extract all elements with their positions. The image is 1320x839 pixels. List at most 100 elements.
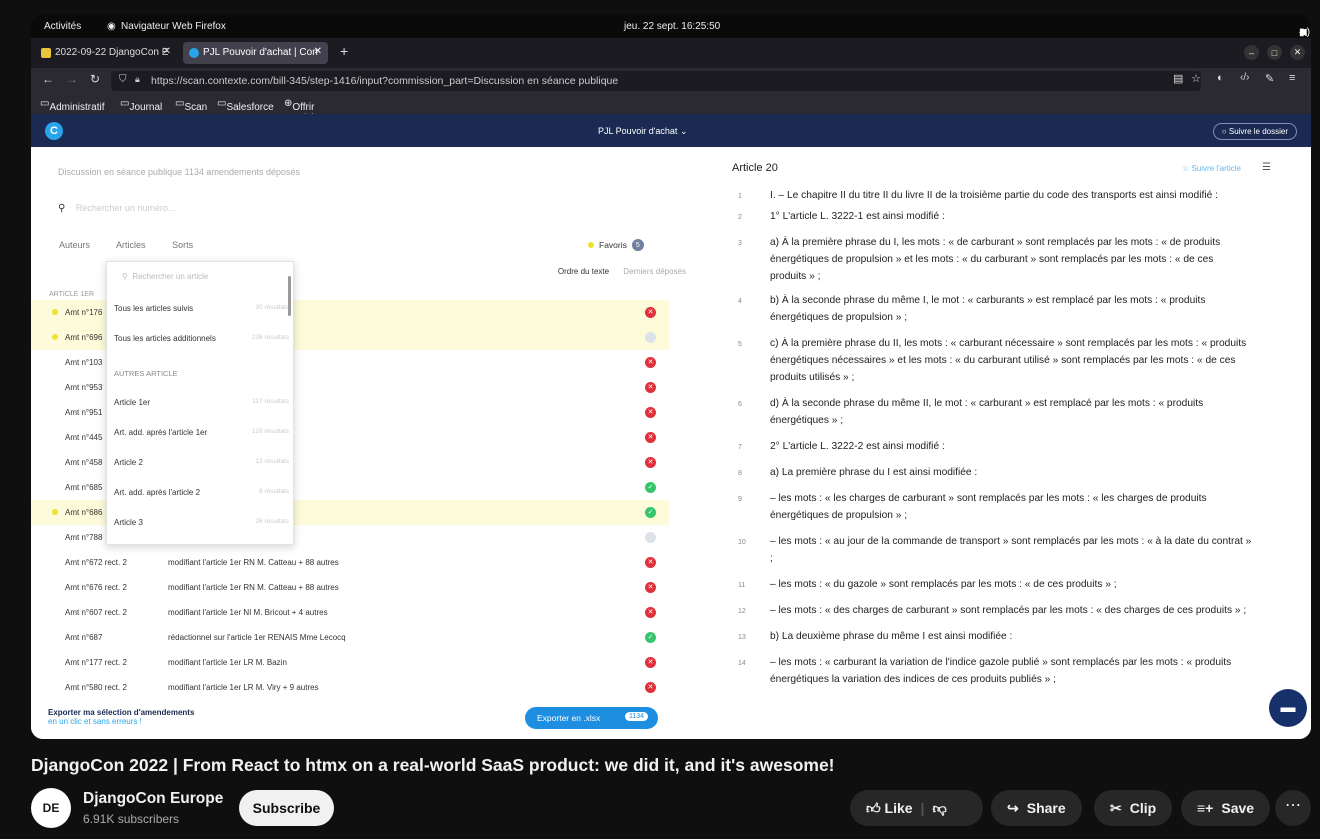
dislike-button[interactable]: 👎︎ [932,800,946,817]
dropdown-item-additional[interactable]: Tous les articles additionnels 238 résult… [114,334,289,348]
article-paragraph: 13 b) La deuxième phrase du même I est ai… [732,628,1252,645]
minimize-icon[interactable]: – [1244,45,1259,60]
devtools-icon[interactable]: ‹/› [1240,72,1249,83]
favorites-filter[interactable]: Favoris 5 [588,239,644,251]
bookmark-star-icon[interactable]: ☆ [1191,72,1201,85]
search-input[interactable]: ⚲ Rechercher un numéro... [58,203,175,214]
amendment-number: Amt n°103 [65,358,103,367]
amendment-row[interactable]: Amt n°676 rect. 2 modifiant l'article 1er… [31,575,669,600]
star-icon[interactable] [52,334,58,340]
paragraph-text: b) La deuxième phrase du même I est ains… [770,631,1013,642]
share-button[interactable]: ↪ Share [991,790,1082,826]
paragraph-number: 2 [738,214,742,221]
favorites-count: 5 [631,239,644,251]
like-button[interactable]: 👍︎ Like [866,800,913,817]
follow-article-button[interactable]: ☆ Suivre l'article [1182,164,1241,173]
dropdown-item-add-1[interactable]: Art. add. après l'article 1er 128 résulta… [114,428,289,442]
amendment-row[interactable]: Amt n°177 rect. 2 modifiant l'article 1er… [31,650,669,675]
dossier-selector[interactable]: PJL Pouvoir d'achat ⌄ [598,126,687,137]
bookmark-offrir[interactable]: ⊕ Offrir article ou brève [284,98,319,146]
subscribe-button[interactable]: Subscribe [239,790,334,826]
amendment-number: Amt n°580 rect. 2 [65,683,127,692]
amendment-row[interactable]: Amt n°672 rect. 2 modifiant l'article 1er… [31,550,669,575]
clip-button[interactable]: ✂ Clip [1094,790,1173,826]
status-red-icon: ✕ [645,607,656,618]
tab-contexte[interactable]: PJL Pouvoir d'achat | Con ✕ [183,42,328,64]
app-name[interactable]: Navigateur Web Firefox [121,21,226,32]
star-icon[interactable] [52,309,58,315]
article-paragraph: 10 – les mots : « au jour de la commande … [732,533,1252,567]
sort-text-order[interactable]: Ordre du texte [558,267,609,276]
paragraph-number: 13 [738,634,746,641]
status-grey-icon [645,532,656,543]
save-button[interactable]: ≡+ Save [1181,790,1271,826]
channel-avatar[interactable]: DE [31,788,71,828]
close-icon[interactable]: ✕ [314,46,322,57]
menu-icon[interactable]: ≡ [1289,72,1295,84]
new-tab-button[interactable]: + [340,43,348,59]
channel-name[interactable]: DjangoCon Europe [83,790,223,808]
amendment-number: Amt n°445 [65,433,103,442]
amendment-row[interactable]: Amt n°687 rédactionnel sur l'article 1er … [31,625,669,650]
chat-icon[interactable]: ▬ [1269,689,1307,727]
close-icon[interactable]: ✕ [163,46,171,57]
more-actions-icon[interactable]: ⋯ [1275,790,1311,826]
filter-authors[interactable]: Auteurs [59,240,90,250]
paragraph-number: 8 [738,470,742,477]
star-icon[interactable] [52,509,58,515]
star-icon [588,242,594,248]
paragraph-number: 11 [738,582,746,589]
list-icon[interactable]: ☰ [1262,162,1271,173]
reader-icon[interactable]: ▤ [1173,72,1183,85]
article-title: Article 20 [732,162,778,174]
paragraph-text: d) À la seconde phrase du même II, le mo… [770,398,1204,426]
back-icon[interactable]: ← [42,72,54,86]
bookmark-scan[interactable]: ▭ Scan [175,98,207,113]
follow-dossier-button[interactable]: ○ Suivre le dossier [1212,123,1297,140]
paragraph-text: I. – Le chapitre II du titre II du livre… [770,190,1218,201]
status-red-icon: ✕ [645,382,656,393]
bookmark-administratif[interactable]: ▭ Administratif [40,98,104,113]
status-green-icon: ✓ [645,507,656,518]
video-player[interactable]: Activités ◉ Navigateur Web Firefox jeu. … [31,14,1311,739]
dropdown-item-article-1[interactable]: Article 1er 117 résultats [114,398,289,412]
gnome-topbar: Activités ◉ Navigateur Web Firefox jeu. … [31,14,1311,38]
paragraph-text: – les mots : « des charges de carburant … [770,605,1247,616]
amendment-number: Amt n°685 [65,483,103,492]
article-paragraph: 12 – les mots : « des charges de carburan… [732,602,1252,619]
bookmark-journal[interactable]: ▭ Journal [120,98,162,113]
activities-button[interactable]: Activités [44,21,81,32]
filter-articles[interactable]: Articles [116,240,146,250]
maximize-icon[interactable]: □ [1267,45,1282,60]
paragraph-number: 12 [738,608,746,615]
paragraph-text: b) À la seconde phrase du même I, le mot… [770,295,1206,323]
dropdown-item-article-3[interactable]: Article 3 26 résultats [114,518,289,532]
url-bar[interactable]: ⛉ 🔒︎ https://scan.contexte.com/bill-345/… [111,71,1201,91]
amendment-row[interactable]: Amt n°607 rect. 2 modifiant l'article 1er… [31,600,669,625]
tab-djangocon[interactable]: 2022-09-22 DjangoCon E ✕ [35,42,177,64]
sort-latest[interactable]: Derniers déposés [623,267,686,276]
status-green-icon: ✓ [645,632,656,643]
close-window-icon[interactable]: ✕ [1290,45,1305,60]
reload-icon[interactable]: ↻ [90,72,100,86]
dropdown-scrollbar[interactable] [288,276,291,316]
bookmark-salesforce[interactable]: ▭ Salesforce [217,98,274,113]
tab-bar: 2022-09-22 DjangoCon E ✕ PJL Pouvoir d'a… [31,38,1311,68]
articles-dropdown[interactable]: ⚲ Rechercher un article Tous les article… [106,261,294,545]
contexte-logo-icon[interactable]: C [45,122,63,140]
dropdown-item-add-2[interactable]: Art. add. après l'article 28 résultats [114,488,289,502]
article-search-input[interactable]: ⚲ Rechercher un article [122,272,208,281]
article-paragraph: 14 – les mots : « carburant la variation … [732,654,1252,688]
amendment-number: Amt n°953 [65,383,103,392]
paragraph-text: – les mots : « carburant la variation de… [770,657,1232,685]
amendment-row[interactable]: Amt n°580 rect. 2 modifiant l'article 1er… [31,675,669,700]
account-icon[interactable]: ◐ [1217,72,1224,84]
pen-icon[interactable]: ✎ [1265,72,1274,85]
paragraph-number: 10 [738,539,746,546]
dropdown-item-followed[interactable]: Tous les articles suivis 30 résultats [114,304,289,318]
forward-icon[interactable]: → [66,72,78,86]
clock[interactable]: jeu. 22 sept. 16:25:50 [624,21,720,32]
filter-sorts[interactable]: Sorts [172,240,193,250]
dropdown-item-article-2[interactable]: Article 2 13 résultats [114,458,289,472]
export-xlsx-button[interactable]: Exporter en .xlsx 1134 [525,707,658,729]
